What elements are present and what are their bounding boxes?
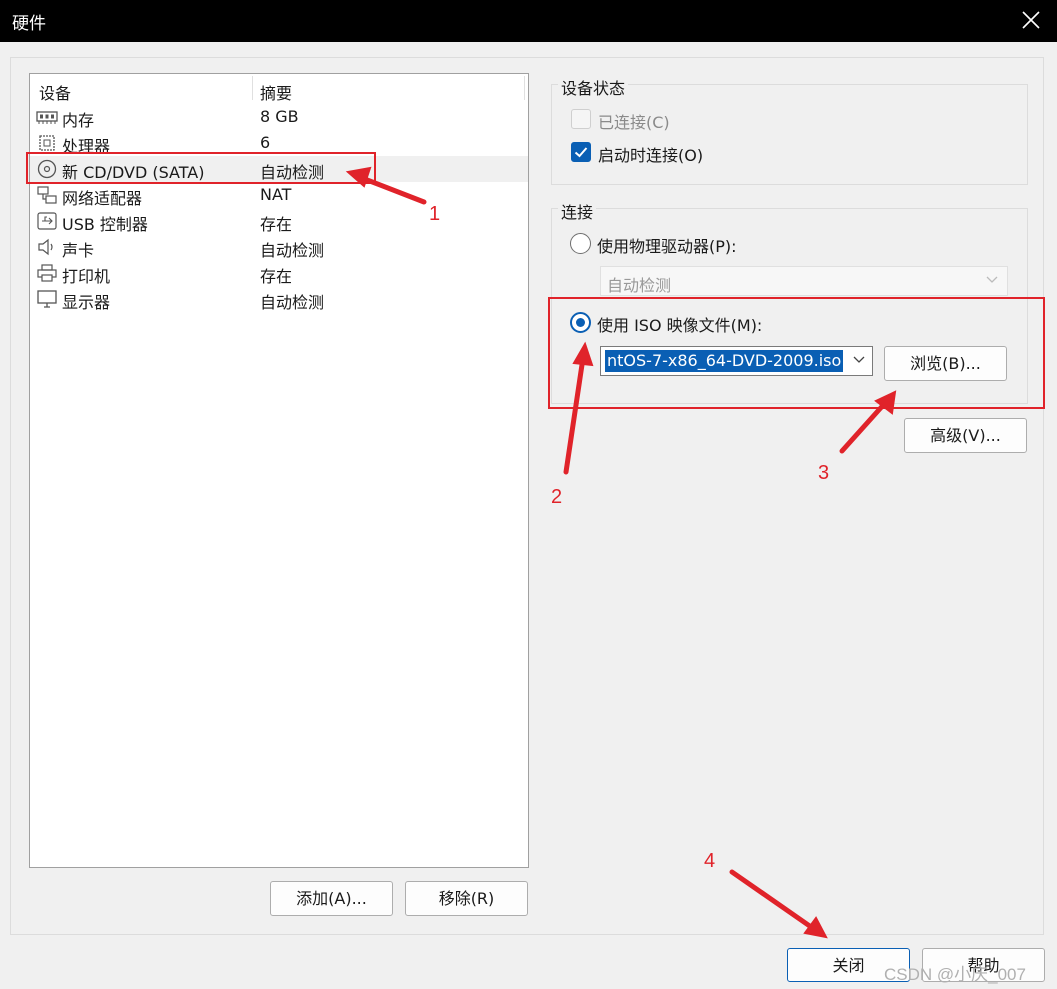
printer-icon bbox=[37, 264, 57, 282]
device-row-sound[interactable]: 声卡 自动检测 bbox=[30, 234, 528, 260]
device-status-label: 设备状态 bbox=[558, 75, 629, 99]
device-name: 打印机 bbox=[62, 267, 111, 286]
annotation-number-1: 1 bbox=[429, 203, 441, 225]
connected-checkbox[interactable] bbox=[571, 109, 591, 129]
annotation-number-2: 2 bbox=[551, 486, 563, 508]
connect-at-power-on-checkbox[interactable] bbox=[571, 142, 591, 162]
window-title: 硬件 bbox=[12, 14, 46, 34]
connected-label: 已连接(C) bbox=[598, 113, 670, 132]
device-row-network[interactable]: 网络适配器 NAT bbox=[30, 182, 528, 208]
title-bar: 硬件 bbox=[0, 0, 1057, 42]
close-icon[interactable] bbox=[1019, 8, 1043, 32]
device-name: 内存 bbox=[62, 111, 95, 130]
add-button[interactable]: 添加(A)... bbox=[270, 881, 393, 916]
device-summary: NAT bbox=[260, 185, 292, 204]
column-header-summary[interactable]: 摘要 bbox=[260, 80, 292, 104]
device-status-group bbox=[551, 84, 1028, 185]
device-name: 处理器 bbox=[62, 137, 111, 156]
monitor-icon bbox=[37, 290, 57, 308]
device-name: 网络适配器 bbox=[62, 189, 143, 208]
device-row-printer[interactable]: 打印机 存在 bbox=[30, 260, 528, 286]
device-name: 新 CD/DVD (SATA) bbox=[62, 163, 205, 182]
connection-label: 连接 bbox=[558, 199, 597, 223]
physical-drive-label: 使用物理驱动器(P): bbox=[597, 237, 737, 256]
device-list[interactable]: 设备 摘要 内存 8 GB 处理器 6 新 CD/DVD (SATA) 自动检测 bbox=[29, 73, 529, 868]
device-row-display[interactable]: 显示器 自动检测 bbox=[30, 286, 528, 312]
device-row-usb[interactable]: USB 控制器 存在 bbox=[30, 208, 528, 234]
device-list-header: 设备 摘要 bbox=[30, 74, 528, 104]
device-name: USB 控制器 bbox=[62, 215, 148, 234]
device-row-processor[interactable]: 处理器 6 bbox=[30, 130, 528, 156]
iso-path-combo[interactable]: ntOS-7-x86_64-DVD-2009.iso bbox=[600, 346, 873, 376]
advanced-button[interactable]: 高级(V)... bbox=[904, 418, 1027, 453]
cpu-icon bbox=[39, 135, 55, 151]
speaker-icon bbox=[38, 238, 53, 256]
watermark: CSDN @小庆_007 bbox=[884, 965, 1026, 984]
memory-icon bbox=[36, 111, 58, 124]
physical-drive-value: 自动检测 bbox=[607, 276, 672, 295]
physical-drive-select[interactable]: 自动检测 bbox=[600, 266, 1008, 296]
chevron-down-icon[interactable] bbox=[852, 355, 866, 365]
iso-image-radio[interactable] bbox=[570, 312, 591, 333]
device-row-memory[interactable]: 内存 8 GB bbox=[30, 104, 528, 130]
device-summary: 自动检测 bbox=[260, 241, 325, 260]
iso-image-label: 使用 ISO 映像文件(M): bbox=[597, 316, 763, 335]
remove-button[interactable]: 移除(R) bbox=[405, 881, 528, 916]
usb-icon bbox=[37, 212, 57, 230]
annotation-number-3: 3 bbox=[818, 462, 830, 484]
device-summary: 存在 bbox=[260, 215, 293, 234]
network-icon bbox=[37, 186, 57, 204]
column-header-device[interactable]: 设备 bbox=[39, 80, 71, 104]
connect-at-power-on-label: 启动时连接(O) bbox=[598, 146, 704, 165]
device-summary: 6 bbox=[260, 133, 271, 152]
checkmark-icon bbox=[574, 147, 588, 158]
annotation-number-4: 4 bbox=[704, 850, 716, 872]
device-summary: 自动检测 bbox=[260, 163, 325, 182]
iso-path-value: ntOS-7-x86_64-DVD-2009.iso bbox=[605, 350, 844, 372]
device-name: 声卡 bbox=[62, 241, 95, 260]
device-summary: 8 GB bbox=[260, 107, 299, 126]
physical-drive-radio[interactable] bbox=[570, 233, 591, 254]
device-summary: 存在 bbox=[260, 267, 293, 286]
device-name: 显示器 bbox=[62, 293, 111, 312]
browse-button[interactable]: 浏览(B)... bbox=[884, 346, 1007, 381]
device-row-cd-dvd[interactable]: 新 CD/DVD (SATA) 自动检测 bbox=[30, 156, 528, 182]
device-summary: 自动检测 bbox=[260, 293, 325, 312]
chevron-down-icon bbox=[986, 276, 998, 283]
cd-dvd-icon bbox=[37, 159, 57, 179]
